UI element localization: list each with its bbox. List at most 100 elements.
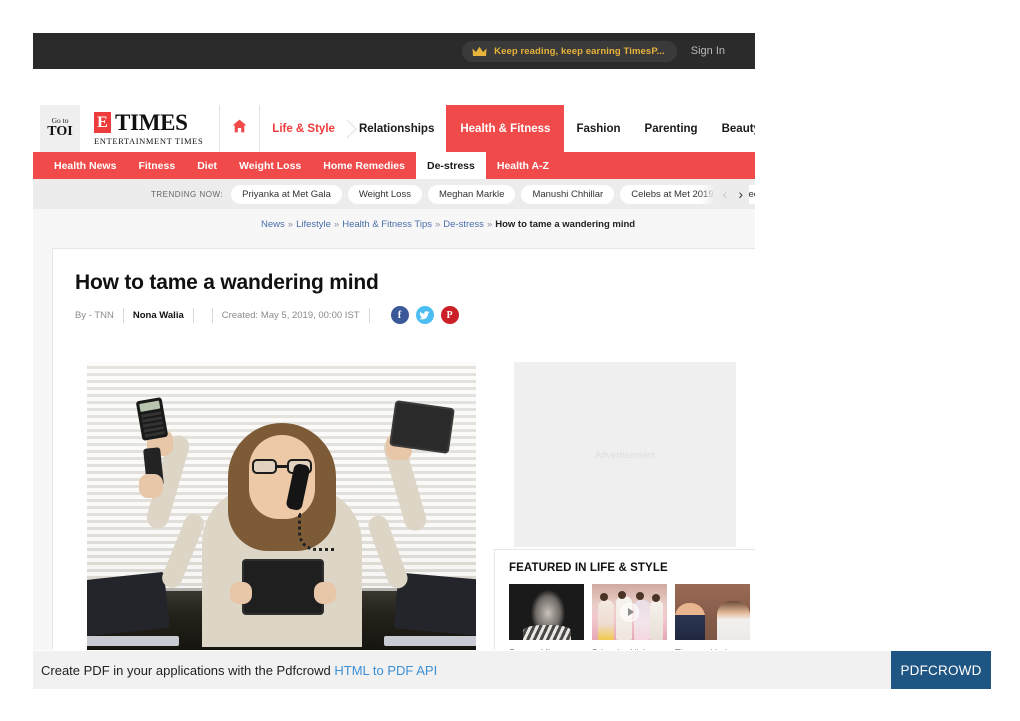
crown-icon [472, 46, 487, 57]
byline-prefix: By - TNN [75, 309, 114, 321]
trending-now-bar: TRENDING NOW: Priyanka at Met Gala Weigh… [33, 179, 755, 209]
figure-right [717, 600, 750, 640]
featured-in-life-and-style-panel: FEATURED IN LIFE & STYLE Former Miss Wor… [494, 549, 755, 650]
subnav-label: Health News [54, 159, 117, 172]
nav-links: Life & Style Relationships Health & Fitn… [260, 105, 755, 152]
laptop-base [87, 636, 179, 647]
logo-tagline: ENTERTAINMENT TIMES [94, 136, 204, 146]
breadcrumb-separator: » [434, 219, 441, 230]
subnav-item-home-remedies[interactable]: Home Remedies [312, 152, 416, 179]
pdfcrowd-badge[interactable]: PDFCROWD [891, 651, 991, 689]
nav-item-life-and-style[interactable]: Life & Style [260, 105, 357, 152]
figure-left [675, 603, 705, 640]
share-buttons: f P [390, 306, 459, 324]
sign-in-link[interactable]: Sign In [691, 45, 725, 57]
nav-item-health-and-fitness[interactable]: Health & Fitness [446, 105, 565, 152]
laptop-left [87, 571, 179, 647]
logo-wordmark: TIMES [115, 110, 188, 135]
html-to-pdf-api-link[interactable]: HTML to PDF API [334, 663, 437, 678]
tablet-held-center [241, 559, 324, 616]
screenshot-root: Keep reading, keep earning TimesP... Sig… [0, 0, 1020, 721]
calculator-keys [141, 411, 165, 438]
chevron-left-icon[interactable]: ‹ [723, 187, 728, 201]
advertisement-slot: Advertisement [514, 362, 736, 547]
subnav-item-fitness[interactable]: Fitness [127, 152, 186, 179]
featured-thumbnail [509, 584, 584, 640]
hand-left-on-tablet [229, 582, 252, 605]
timespoints-promo-pill[interactable]: Keep reading, keep earning TimesP... [462, 40, 677, 62]
head [618, 591, 626, 599]
goto-toi-button[interactable]: Go to TOI [40, 105, 80, 152]
chevron-right-icon[interactable]: › [738, 187, 743, 201]
breadcrumb-item-de-stress[interactable]: De-stress [443, 219, 484, 230]
trending-chip[interactable]: Manushi Chhillar [521, 184, 615, 204]
byline-divider [368, 307, 370, 323]
pdfcrowd-footer-text: Create PDF in your applications with the… [33, 663, 437, 678]
logo-mark-icon: E [94, 112, 111, 133]
trending-chip[interactable]: Weight Loss [347, 184, 422, 204]
featured-caption: Former Miss World Manushi Chhillar all s… [509, 647, 584, 650]
promo-text: Keep reading, keep earning TimesP... [494, 45, 665, 57]
byline-divider [211, 307, 213, 323]
breadcrumb-current: How to tame a wandering mind [495, 219, 636, 230]
subnav-item-health-news[interactable]: Health News [43, 152, 127, 179]
subnav-item-health-a-z[interactable]: Health A-Z [486, 152, 560, 179]
laptop-lid [87, 571, 170, 637]
nav-item-label: Fashion [576, 122, 621, 135]
home-nav-button[interactable] [220, 105, 261, 152]
trending-chip[interactable]: Meghan Markle [427, 184, 516, 204]
byline-divider [122, 307, 124, 323]
head [600, 593, 608, 601]
play-button-icon[interactable] [620, 602, 639, 622]
article-byline: By - TNN Nona Walia Created: May 5, 2019… [53, 295, 755, 324]
featured-thumbnail [592, 584, 667, 640]
featured-caption: Priyanka-Nick shock and stun at Met Gala [592, 647, 667, 650]
breadcrumb-separator: » [486, 219, 493, 230]
nav-item-parenting[interactable]: Parenting [633, 105, 710, 152]
subnav-item-weight-loss[interactable]: Weight Loss [228, 152, 312, 179]
main-navigation-bar: Go to TOI E TIMES ENTERTAINMENT TIMES Li… [33, 105, 755, 152]
trending-chip[interactable]: Priyanka at Met Gala [231, 184, 342, 204]
nav-item-label: Beauty [721, 122, 755, 135]
subnav-label: Fitness [138, 159, 176, 172]
telephone-cord [297, 512, 334, 551]
twitter-share-button[interactable] [415, 306, 434, 324]
etimes-logo[interactable]: E TIMES ENTERTAINMENT TIMES [80, 105, 221, 152]
web-page-capture: Keep reading, keep earning TimesP... Sig… [33, 33, 755, 650]
author-name[interactable]: Nona Walia [133, 310, 184, 321]
facebook-share-button[interactable]: f [390, 306, 409, 324]
subnav-label: Home Remedies [323, 159, 405, 172]
breadcrumb-item-health-fitness-tips[interactable]: Health & Fitness Tips [342, 219, 432, 230]
goto-label: Go to [51, 115, 69, 125]
calculator-screen [139, 400, 161, 412]
featured-card[interactable]: Priyanka-Nick shock and stun at Met Gala [592, 584, 667, 650]
subnav-label: Diet [197, 159, 218, 172]
article-card: How to tame a wandering mind By - TNN No… [52, 248, 755, 650]
featured-thumbnail [675, 584, 750, 640]
article-hero-image [87, 362, 476, 650]
nav-item-label: Parenting [644, 122, 698, 135]
featured-panel-title: FEATURED IN LIFE & STYLE [509, 562, 668, 574]
pdfcrowd-footer: Create PDF in your applications with the… [33, 651, 991, 689]
nav-item-relationships[interactable]: Relationships [347, 105, 446, 152]
page-title: How to tame a wandering mind [75, 271, 379, 294]
subnav-item-de-stress[interactable]: De-stress [415, 152, 486, 179]
breadcrumb-separator: » [333, 219, 340, 230]
breadcrumb-item-news[interactable]: News [261, 219, 285, 230]
head [636, 592, 644, 600]
subnav-label: Weight Loss [239, 159, 302, 172]
breadcrumb-item-lifestyle[interactable]: Lifestyle [296, 219, 331, 230]
nav-item-beauty[interactable]: Beauty [710, 105, 755, 152]
nav-item-label: Life & Style [272, 122, 335, 135]
nav-item-fashion[interactable]: Fashion [564, 105, 632, 152]
byline-divider [192, 307, 194, 323]
featured-card[interactable]: Former Miss World Manushi Chhillar all s… [509, 584, 584, 650]
toi-label: TOI [47, 124, 73, 140]
lens-left [251, 459, 277, 475]
nav-spacer-band [33, 69, 755, 105]
pinterest-share-button[interactable]: P [440, 306, 459, 324]
featured-card[interactable]: The royal baby shares his birthday with.… [675, 584, 750, 650]
trending-arrows: ‹ › [700, 179, 749, 209]
subnav-item-diet[interactable]: Diet [186, 152, 228, 179]
section-sub-navigation: Health News Fitness Diet Weight Loss Hom… [33, 152, 755, 179]
